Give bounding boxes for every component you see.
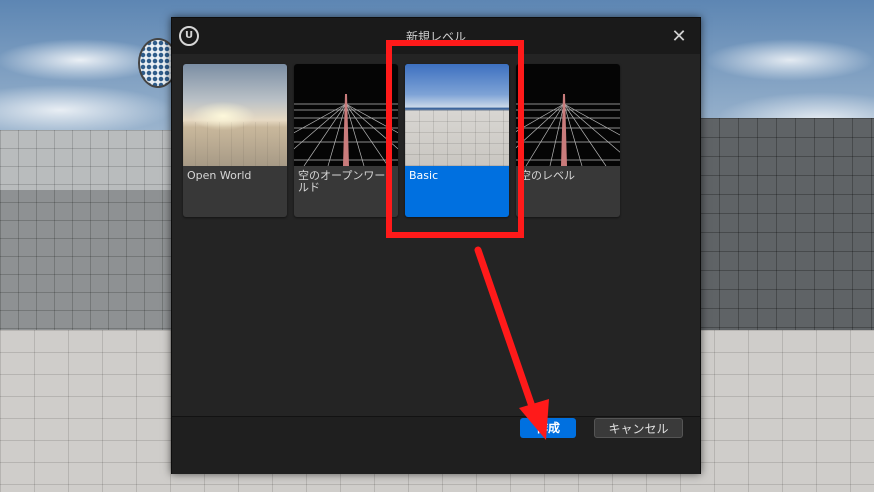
highlight-box [386,40,524,238]
cancel-button[interactable]: キャンセル [594,418,683,438]
open-world-thumbnail [183,64,287,166]
create-button[interactable]: 作成 [520,418,576,438]
viewport-wall-left-top [0,130,175,190]
template-label: Open World [187,169,252,182]
template-label: 空のレベル [520,169,575,182]
template-open-world[interactable]: Open World [183,64,287,217]
template-empty-open-world[interactable]: 空のオープンワールド [294,64,398,217]
empty-level-thumbnail [516,64,620,167]
template-label: 空のオープンワールド [298,169,386,194]
close-icon[interactable]: ✕ [668,26,690,48]
template-empty-level[interactable]: 空のレベル [516,64,620,217]
empty-open-world-thumbnail [294,64,398,167]
